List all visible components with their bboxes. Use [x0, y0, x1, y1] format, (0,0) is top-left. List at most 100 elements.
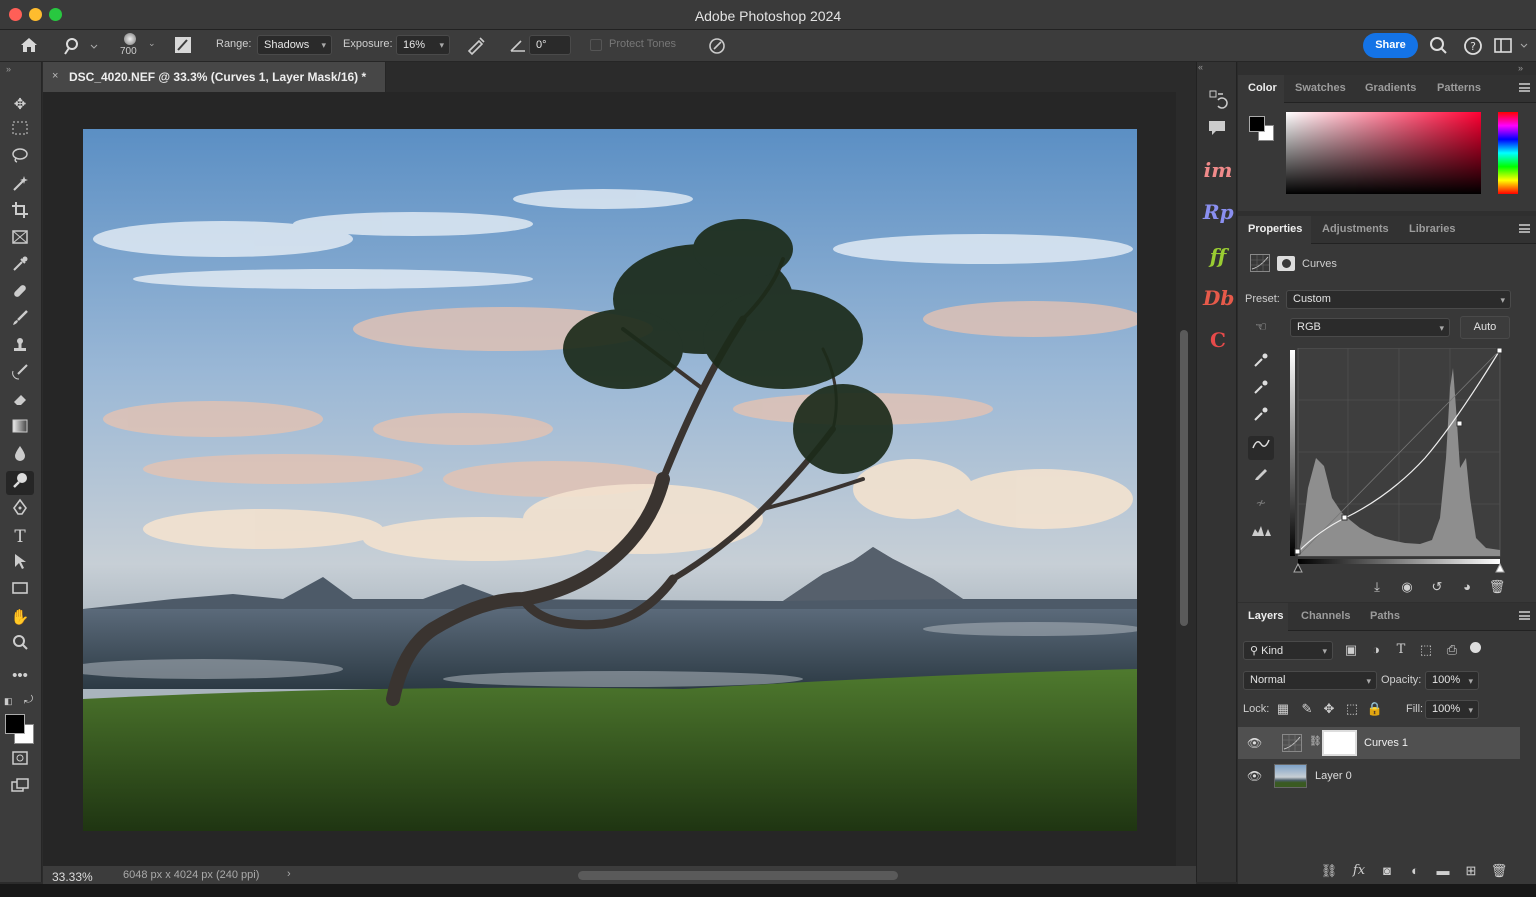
healing-brush-tool-icon[interactable] — [6, 282, 34, 306]
auto-button[interactable]: Auto — [1460, 316, 1510, 339]
opacity-input[interactable]: 100% ▾ — [1425, 671, 1479, 690]
tab-properties[interactable]: Properties — [1248, 223, 1302, 235]
plugin-c-icon[interactable]: C — [1203, 328, 1233, 352]
tab-libraries[interactable]: Libraries — [1409, 223, 1455, 235]
rectangle-tool-icon[interactable] — [6, 579, 34, 603]
color-foreground-swatch[interactable] — [1249, 116, 1265, 132]
plugin-im-icon[interactable]: im — [1203, 158, 1233, 182]
expand-toolbar-icon[interactable]: » — [6, 64, 11, 74]
delete-layer-icon[interactable]: 🗑 — [1488, 860, 1510, 882]
tab-layers[interactable]: Layers — [1248, 610, 1283, 622]
visibility-toggle-icon[interactable]: ◕ — [1456, 576, 1478, 598]
airbrush-icon[interactable] — [465, 35, 487, 57]
eyedropper-tool-icon[interactable] — [6, 255, 34, 279]
zoom-level[interactable]: 33.33% — [52, 870, 93, 884]
blur-tool-icon[interactable] — [6, 444, 34, 468]
layer-row-layer-0[interactable]: 👁 Layer 0 — [1238, 760, 1520, 792]
path-selection-tool-icon[interactable] — [6, 552, 34, 576]
document-image[interactable] — [83, 129, 1137, 831]
blend-mode-dropdown[interactable]: Normal ▾ — [1243, 671, 1377, 690]
default-colors-icon[interactable]: ◧ — [4, 696, 13, 707]
quick-mask-icon[interactable] — [6, 750, 34, 774]
layer-filter-dropdown[interactable]: ⚲ Kind ▾ — [1243, 641, 1333, 660]
link-layers-icon[interactable]: ⛓ — [1318, 860, 1340, 882]
type-tool-icon[interactable]: T — [6, 525, 34, 549]
vertical-scrollbar[interactable] — [1180, 330, 1188, 626]
chevron-right-icon[interactable]: › — [287, 868, 291, 880]
channel-dropdown[interactable]: RGB ▾ — [1290, 318, 1450, 337]
foreground-color-swatch[interactable] — [5, 714, 25, 734]
layer-row-curves-1[interactable]: 👁 ⛓ Curves 1 — [1238, 727, 1520, 759]
gray-point-eyedropper-icon[interactable] — [1250, 379, 1272, 401]
preset-dropdown[interactable]: Custom ▾ — [1286, 290, 1511, 309]
screen-mode-icon[interactable] — [6, 777, 34, 801]
filter-shape-icon[interactable]: ⬚ — [1415, 639, 1437, 661]
tab-channels[interactable]: Channels — [1301, 610, 1351, 622]
panel-menu-icon[interactable] — [1519, 83, 1530, 92]
panel-menu-icon[interactable] — [1519, 224, 1530, 233]
history-brush-tool-icon[interactable] — [6, 363, 34, 387]
add-mask-icon[interactable]: ◙ — [1376, 860, 1398, 882]
lock-transparent-pixels-icon[interactable]: ▦ — [1272, 698, 1294, 720]
range-dropdown[interactable]: Shadows ▾ — [257, 35, 332, 55]
filter-type-icon[interactable]: T — [1390, 639, 1412, 661]
layer-mask-thumbnail[interactable] — [1322, 730, 1357, 756]
curves-graph[interactable] — [1290, 347, 1514, 574]
layer-mask-icon[interactable] — [1277, 256, 1295, 271]
draw-curve-pencil-icon[interactable] — [1250, 465, 1272, 487]
pen-tool-icon[interactable] — [6, 498, 34, 522]
search-icon[interactable] — [1428, 35, 1450, 57]
plugin-ff-icon[interactable]: ff — [1203, 244, 1233, 268]
tab-swatches[interactable]: Swatches — [1295, 82, 1346, 94]
new-group-icon[interactable]: ▬ — [1432, 860, 1454, 882]
history-icon[interactable] — [1206, 88, 1228, 110]
brush-settings-icon[interactable] — [172, 34, 194, 56]
crop-tool-icon[interactable] — [6, 201, 34, 225]
swap-colors-icon[interactable]: ⤾ — [24, 694, 33, 707]
white-point-eyedropper-icon[interactable] — [1250, 406, 1272, 428]
reset-icon[interactable]: ↺ — [1426, 576, 1448, 598]
lasso-tool-icon[interactable] — [6, 147, 34, 171]
eye-icon[interactable]: 👁 — [1247, 769, 1262, 783]
close-document-icon[interactable]: × — [52, 70, 58, 82]
lock-position-icon[interactable]: ✥ — [1318, 698, 1340, 720]
delete-adjustment-icon[interactable]: 🗑 — [1486, 576, 1508, 598]
view-previous-state-icon[interactable]: ◉ — [1396, 576, 1418, 598]
comments-icon[interactable] — [1206, 117, 1228, 139]
lock-image-pixels-icon[interactable]: ✎ — [1296, 698, 1318, 720]
color-picker-field[interactable] — [1286, 112, 1481, 194]
tab-adjustments[interactable]: Adjustments — [1322, 223, 1389, 235]
plugin-db-icon[interactable]: Db — [1203, 286, 1234, 310]
gradient-tool-icon[interactable] — [6, 417, 34, 441]
plugin-rp-icon[interactable]: Rp — [1203, 200, 1234, 224]
filter-smart-object-icon[interactable]: ⎙ — [1441, 639, 1463, 661]
magic-wand-tool-icon[interactable] — [6, 174, 34, 198]
tab-color[interactable]: Color — [1248, 82, 1277, 94]
clip-to-layer-icon[interactable]: ⤓ — [1366, 576, 1388, 598]
tab-gradients[interactable]: Gradients — [1365, 82, 1416, 94]
collapse-panels-icon[interactable]: » — [1518, 63, 1523, 73]
document-tab[interactable]: × DSC_4020.NEF @ 33.3% (Curves 1, Layer … — [43, 62, 386, 92]
brush-size-picker[interactable]: 700 ⌄ — [118, 32, 160, 60]
brush-tool-icon[interactable] — [6, 309, 34, 333]
angle-input[interactable]: 0° — [529, 35, 571, 55]
pressure-size-icon[interactable] — [706, 35, 728, 57]
black-point-eyedropper-icon[interactable] — [1250, 352, 1272, 374]
clipping-warning-icon[interactable] — [1250, 522, 1272, 544]
more-tools-icon[interactable]: ••• — [6, 664, 34, 688]
hand-tool-icon[interactable]: ✋ — [6, 606, 34, 630]
clone-stamp-tool-icon[interactable] — [6, 336, 34, 360]
move-tool-icon[interactable]: ✥ — [6, 93, 34, 117]
exposure-input[interactable]: 16% ▾ — [396, 35, 450, 55]
frame-tool-icon[interactable] — [6, 228, 34, 252]
new-adjustment-layer-icon[interactable]: ◐ — [1404, 860, 1426, 882]
panel-menu-icon[interactable] — [1519, 611, 1530, 620]
tool-preset-picker[interactable] — [60, 35, 100, 57]
horizontal-scrollbar[interactable] — [578, 871, 898, 880]
hue-slider[interactable] — [1498, 112, 1518, 194]
tab-patterns[interactable]: Patterns — [1437, 82, 1481, 94]
eye-icon[interactable]: 👁 — [1247, 736, 1262, 750]
chain-link-icon[interactable]: ⛓ — [1309, 736, 1322, 747]
targeted-adjustment-icon[interactable]: ☜ — [1250, 316, 1272, 338]
fill-input[interactable]: 100% ▾ — [1425, 700, 1479, 719]
